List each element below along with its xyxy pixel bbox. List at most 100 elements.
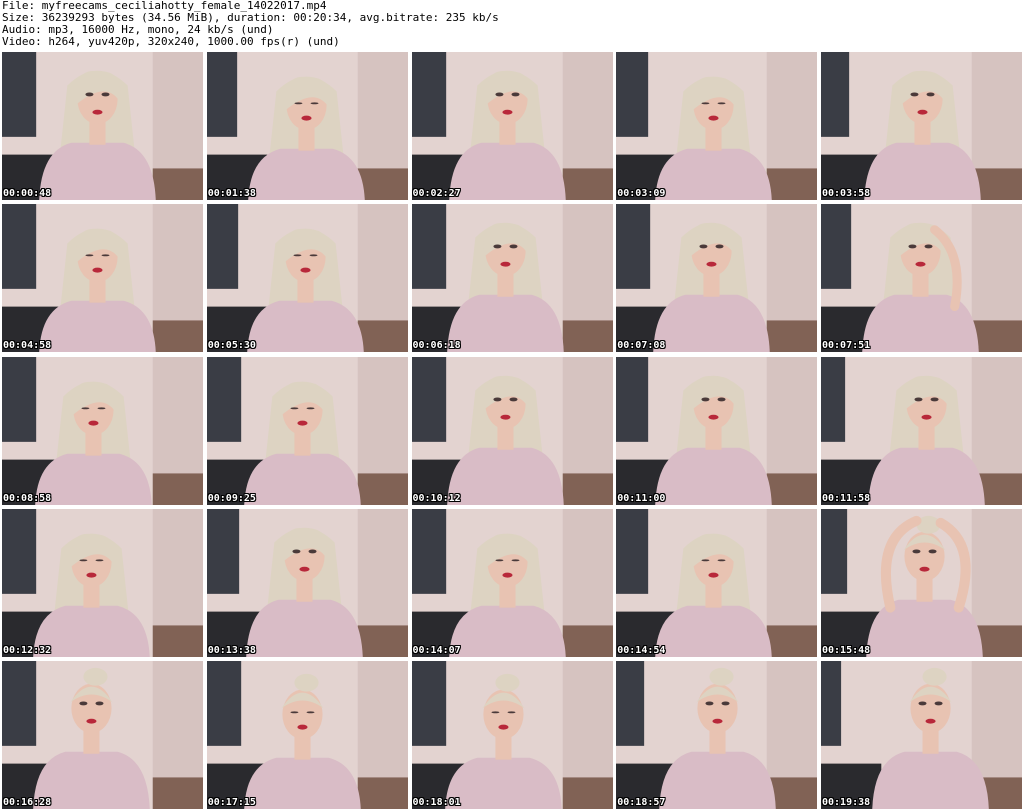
video-thumbnail[interactable]: 00:07:51 [821,204,1022,353]
timestamp-label: 00:10:12 [412,492,461,504]
frame-image [821,204,1022,353]
frame-image [2,204,203,353]
poster [206,356,241,442]
timestamp-label: 00:18:01 [412,797,461,808]
shirt [655,148,773,200]
poster [2,508,37,594]
shirt [243,757,361,809]
eye-left [294,102,303,105]
eye-left [290,711,299,714]
video-thumbnail[interactable]: 00:02:27 [411,52,613,200]
video-thumbnail[interactable]: 00:10:12 [411,356,613,505]
video-thumbnail[interactable]: 00:18:01 [411,661,613,809]
video-thumbnail[interactable]: 00:06:18 [411,204,613,353]
video-thumbnail[interactable]: 00:14:07 [411,508,613,657]
shirt [448,142,566,200]
video-thumbnail[interactable]: 00:05:30 [206,204,408,353]
eye-right [101,254,110,257]
poster [616,508,649,594]
eye-right [721,701,730,706]
shirt [247,148,365,200]
video-thumbnail[interactable]: 00:18:57 [616,661,818,809]
lips [921,414,932,420]
video-info-line: Video: h264, yuv420p, 320x240, 1000.00 f… [2,35,340,48]
poster [411,356,446,442]
eye-right [101,92,110,97]
timestamp-label: 00:03:09 [617,188,666,199]
lips [497,724,508,730]
video-thumbnail[interactable]: 00:03:09 [616,52,818,200]
shirt [655,605,773,657]
floor [767,168,818,200]
shirt [246,300,364,353]
shirt [39,300,156,353]
video-thumbnail[interactable]: 00:08:58 [2,356,203,505]
shirt [245,599,363,657]
video-thumbnail[interactable]: 00:09:25 [206,356,408,505]
eye-right [95,559,104,562]
floor [152,168,203,200]
eye-left [85,92,94,97]
lips [706,261,717,267]
shirt [868,447,985,505]
lips [919,566,930,572]
video-thumbnail[interactable]: 00:00:48 [2,52,203,200]
timestamp-label: 00:01:38 [207,188,256,199]
frame-image [411,356,613,505]
timestamp-label: 00:06:18 [412,340,461,352]
video-thumbnail[interactable]: 00:17:15 [206,661,408,809]
floor [357,320,408,353]
eye-left [290,406,299,409]
timestamp-label: 00:04:58 [3,340,52,352]
floor [767,625,818,657]
lips [501,109,512,115]
shirt [655,447,773,505]
eye-right [928,549,937,554]
floor [562,777,613,809]
frame-image [206,356,408,505]
video-thumbnail[interactable]: 00:07:08 [616,204,818,353]
floor [357,625,408,657]
video-thumbnail[interactable]: 00:14:54 [616,508,818,657]
floor [357,168,408,200]
video-thumbnail[interactable]: 00:11:00 [616,356,818,505]
eye-right [506,711,516,714]
eye-left [910,92,919,97]
floor [152,320,203,353]
video-thumbnail[interactable]: 00:11:58 [821,356,1022,505]
eye-right [508,244,518,249]
video-thumbnail[interactable]: 00:15:48 [821,508,1022,657]
lips [86,572,97,578]
timestamp-label: 00:18:57 [617,797,666,808]
eye-left [918,701,927,706]
lips [708,572,719,578]
video-thumbnail[interactable]: 00:13:38 [206,508,408,657]
poster [206,204,238,290]
video-thumbnail[interactable]: 00:19:38 [821,661,1022,809]
video-thumbnail[interactable]: 00:01:38 [206,52,408,200]
floor [562,472,613,505]
floor [767,472,818,505]
poster [411,52,446,137]
video-thumbnail[interactable]: 00:04:58 [2,204,203,353]
eye-left [293,254,302,257]
eye-left [494,559,503,562]
video-thumbnail[interactable]: 00:16:28 [2,661,203,809]
frame-image [616,508,818,657]
eye-left [701,102,710,105]
video-thumbnail[interactable]: 00:12:32 [2,508,203,657]
timestamp-label: 00:13:38 [207,644,256,656]
lips [917,109,928,115]
poster [821,661,842,746]
shirt [864,142,981,200]
lips [499,414,510,420]
lips [92,109,103,115]
poster [821,356,846,442]
shirt [35,453,152,505]
timestamp-label: 00:14:07 [412,644,461,656]
poster [616,661,645,746]
lips [86,718,97,724]
eye-right [715,244,724,249]
poster [821,204,852,290]
video-thumbnail[interactable]: 00:03:58 [821,52,1022,200]
